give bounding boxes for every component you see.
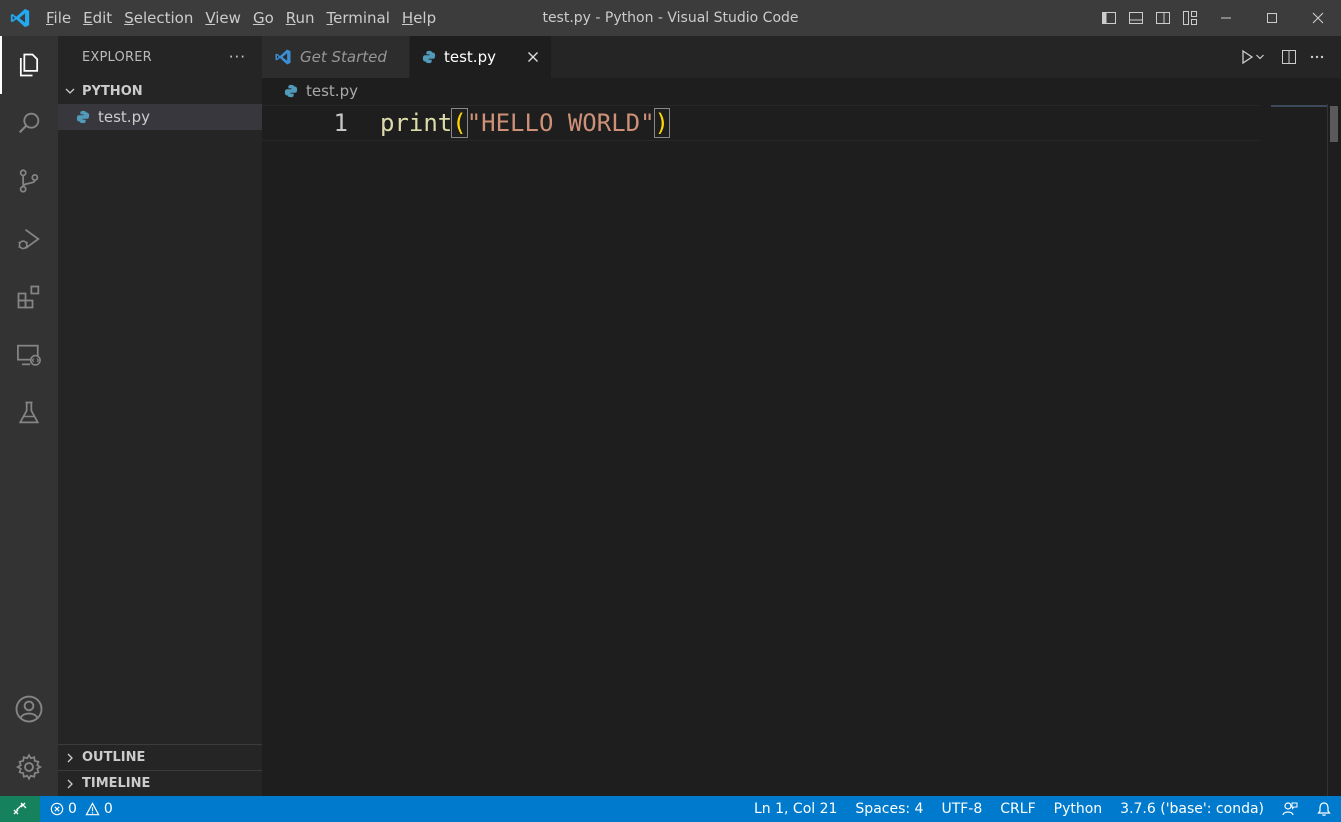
menu-bar: File Edit Selection View Go Run Terminal… — [40, 0, 442, 36]
tab-label: Get Started — [300, 48, 387, 66]
editor-group: Get Started test.py test.py 1 print("HEL… — [262, 36, 1341, 796]
timeline-label: TIMELINE — [82, 776, 151, 791]
maximize-icon[interactable] — [1249, 0, 1295, 36]
customize-layout-icon[interactable] — [1176, 0, 1203, 36]
code-line[interactable]: print("HELLO WORLD") — [380, 105, 671, 141]
menu-terminal[interactable]: Terminal — [321, 0, 396, 36]
source-control-icon[interactable] — [0, 152, 58, 210]
status-bar: 0 0 Ln 1, Col 21 Spaces: 4 UTF-8 CRLF Py… — [0, 796, 1341, 822]
token-function: print — [380, 109, 453, 137]
close-tab-icon[interactable] — [527, 51, 539, 63]
indentation[interactable]: Spaces: 4 — [846, 796, 932, 822]
file-item-test-py[interactable]: test.py — [58, 104, 262, 130]
more-actions-icon[interactable] — [1303, 36, 1331, 78]
tab-bar: Get Started test.py — [262, 36, 1341, 78]
toggle-primary-sidebar-icon[interactable] — [1095, 0, 1122, 36]
outline-header[interactable]: OUTLINE — [58, 744, 262, 770]
menu-view[interactable]: View — [199, 0, 247, 36]
sidebar-title: EXPLORER — [82, 49, 152, 65]
tab-label: test.py — [444, 48, 496, 66]
python-file-icon — [284, 84, 298, 98]
line-ending[interactable]: CRLF — [991, 796, 1044, 822]
error-icon — [50, 802, 64, 816]
vscode-logo-icon — [274, 48, 292, 66]
python-file-icon — [422, 50, 436, 64]
warning-count: 0 — [103, 801, 113, 817]
minimap[interactable] — [1271, 105, 1327, 107]
minimize-icon[interactable] — [1203, 0, 1249, 36]
chevron-down-icon — [62, 85, 78, 97]
testing-icon[interactable] — [0, 384, 58, 442]
warning-icon — [85, 802, 100, 816]
toggle-secondary-sidebar-icon[interactable] — [1149, 0, 1176, 36]
chevron-right-icon — [62, 778, 78, 790]
scrollbar-thumb[interactable] — [1330, 106, 1338, 142]
menu-help[interactable]: Help — [396, 0, 442, 36]
breadcrumb[interactable]: test.py — [262, 78, 1341, 104]
line-number: 1 — [333, 109, 348, 137]
token-bracket-close: ) — [653, 108, 671, 138]
language-mode[interactable]: Python — [1045, 796, 1112, 822]
notifications-bell-icon[interactable] — [1307, 796, 1341, 822]
gear-icon[interactable] — [0, 738, 58, 796]
outline-label: OUTLINE — [82, 750, 146, 765]
extensions-icon[interactable] — [0, 268, 58, 326]
menu-selection[interactable]: Selection — [118, 0, 199, 36]
remote-explorer-icon[interactable] — [0, 326, 58, 384]
token-bracket-open: ( — [451, 108, 468, 138]
title-bar: File Edit Selection View Go Run Terminal… — [0, 0, 1341, 36]
vscode-logo-icon — [0, 0, 40, 36]
vertical-scrollbar[interactable] — [1327, 104, 1341, 796]
token-string: "HELLO WORLD" — [466, 109, 655, 137]
code-editor[interactable]: 1 print("HELLO WORLD") — [262, 104, 1341, 796]
encoding[interactable]: UTF-8 — [932, 796, 991, 822]
tab-get-started[interactable]: Get Started — [262, 36, 410, 78]
problems-indicator[interactable]: 0 0 — [40, 801, 113, 817]
python-file-icon — [76, 110, 90, 124]
breadcrumb-file: test.py — [306, 82, 358, 100]
folder-python-header[interactable]: PYTHON — [58, 78, 262, 104]
feedback-icon[interactable] — [1273, 796, 1307, 822]
menu-edit[interactable]: Edit — [77, 0, 118, 36]
remote-indicator-icon[interactable] — [0, 796, 40, 822]
split-editor-icon[interactable] — [1275, 36, 1303, 78]
toggle-panel-icon[interactable] — [1122, 0, 1149, 36]
explorer-sidebar: EXPLORER ··· PYTHON test.py OUTLINE TIME… — [58, 36, 262, 796]
folder-label: PYTHON — [82, 83, 143, 99]
search-icon[interactable] — [0, 94, 58, 152]
close-window-icon[interactable] — [1295, 0, 1341, 36]
menu-file[interactable]: File — [40, 0, 77, 36]
error-count: 0 — [68, 801, 77, 817]
cursor-position[interactable]: Ln 1, Col 21 — [745, 796, 846, 822]
accounts-icon[interactable] — [0, 680, 58, 738]
menu-go[interactable]: Go — [247, 0, 280, 36]
menu-run[interactable]: Run — [280, 0, 321, 36]
python-interpreter[interactable]: 3.7.6 ('base': conda) — [1111, 796, 1273, 822]
activity-bar — [0, 36, 58, 796]
chevron-right-icon — [62, 752, 78, 764]
chevron-down-icon[interactable] — [1253, 36, 1267, 78]
more-actions-button[interactable]: ··· — [229, 48, 246, 66]
run-debug-icon[interactable] — [0, 210, 58, 268]
tab-test-py[interactable]: test.py — [410, 36, 552, 78]
explorer-icon[interactable] — [0, 36, 58, 94]
file-item-label: test.py — [98, 108, 150, 126]
timeline-header[interactable]: TIMELINE — [58, 770, 262, 796]
